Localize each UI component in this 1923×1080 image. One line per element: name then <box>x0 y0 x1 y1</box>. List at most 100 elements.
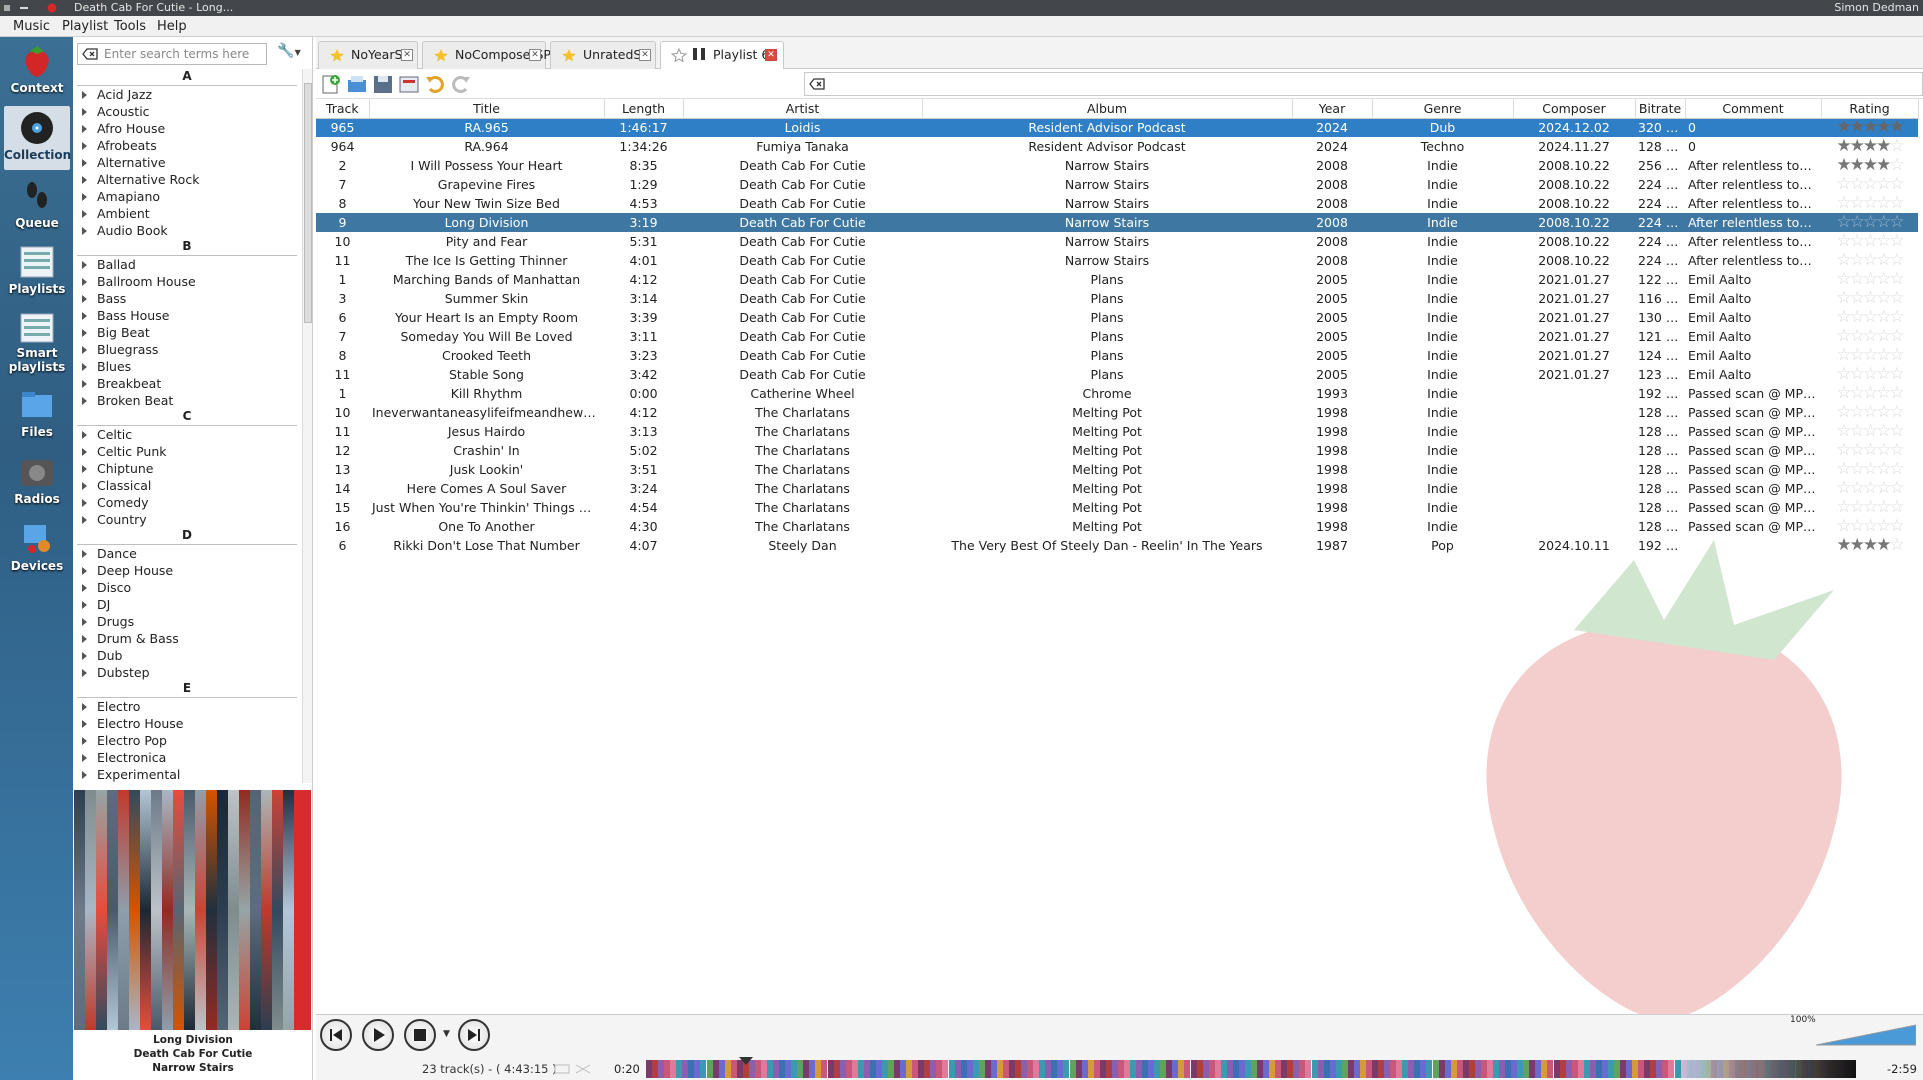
star-icon[interactable]: ☆ <box>1863 327 1878 346</box>
volume-slider[interactable] <box>1816 1019 1916 1053</box>
tab-unratedsp[interactable]: UnratedSP ✕ <box>550 41 656 69</box>
genre-item[interactable]: Acid Jazz <box>73 86 301 103</box>
cell-rating[interactable]: ☆☆☆☆☆ <box>1821 289 1918 308</box>
column-header-year[interactable]: Year <box>1292 99 1373 119</box>
genre-item[interactable]: Electro Pop <box>73 732 301 749</box>
star-icon[interactable]: ☆ <box>1850 194 1865 213</box>
star-icon[interactable]: ☆ <box>1876 517 1891 536</box>
star-icon[interactable]: ☆ <box>1850 308 1865 327</box>
star-icon[interactable]: ☆ <box>1876 498 1891 517</box>
star-icon[interactable]: ★ <box>1876 536 1891 555</box>
star-icon[interactable]: ★ <box>1889 118 1904 137</box>
next-button[interactable] <box>458 1019 490 1051</box>
star-icon[interactable]: ☆ <box>1889 403 1904 422</box>
redo-icon[interactable] <box>450 74 472 94</box>
table-row[interactable]: 14 Here Comes A Soul Saver 3:24 The Charlat… <box>316 479 1918 498</box>
star-icon[interactable]: ☆ <box>1863 365 1878 384</box>
genre-item[interactable]: Broken Beat <box>73 392 301 409</box>
star-icon[interactable]: ☆ <box>1850 327 1865 346</box>
cell-rating[interactable]: ★★★★☆ <box>1821 137 1918 156</box>
table-row[interactable]: 6 Rikki Don't Lose That Number 4:07 Steely … <box>316 536 1918 555</box>
cell-rating[interactable]: ☆☆☆☆☆ <box>1821 213 1918 232</box>
star-icon[interactable]: ☆ <box>1863 460 1878 479</box>
table-row[interactable]: 2 I Will Possess Your Heart 8:35 Death Cab … <box>316 156 1918 175</box>
star-icon[interactable]: ☆ <box>1889 175 1904 194</box>
table-row[interactable]: 9 Long Division 3:19 Death Cab For Cutie Nar… <box>316 213 1918 232</box>
column-header-genre[interactable]: Genre <box>1372 99 1514 119</box>
sidebar-item-devices[interactable]: Devices <box>4 517 70 581</box>
column-header-title[interactable]: Title <box>369 99 605 119</box>
star-icon[interactable]: ☆ <box>1836 422 1851 441</box>
star-icon[interactable]: ★ <box>1876 156 1891 175</box>
star-icon[interactable]: ☆ <box>1863 441 1878 460</box>
star-icon[interactable]: ☆ <box>1889 251 1904 270</box>
star-icon[interactable]: ☆ <box>1876 384 1891 403</box>
star-icon[interactable]: ★ <box>1850 118 1865 137</box>
rating-stars[interactable]: ☆☆☆☆☆ <box>1836 517 1904 536</box>
rating-stars[interactable]: ★★★★☆ <box>1836 536 1904 555</box>
star-icon[interactable]: ☆ <box>1836 498 1851 517</box>
star-icon[interactable]: ☆ <box>1876 441 1891 460</box>
star-icon[interactable]: ★ <box>1863 156 1878 175</box>
star-icon[interactable]: ☆ <box>1876 422 1891 441</box>
menu-playlist[interactable]: Playlist <box>62 19 108 34</box>
table-row[interactable]: 15 Just When You're Thinkin' Things Over 4… <box>316 498 1918 517</box>
genre-item[interactable]: Bluegrass <box>73 341 301 358</box>
table-row[interactable]: 11 The Ice Is Getting Thinner 4:01 Death Ca… <box>316 251 1918 270</box>
table-row[interactable]: 16 One To Another 4:30 The Charlatans Meltin… <box>316 517 1918 536</box>
genre-item[interactable]: Audio Book <box>73 222 301 239</box>
genre-item[interactable]: Ballad <box>73 256 301 273</box>
star-icon[interactable]: ☆ <box>1863 403 1878 422</box>
search-input[interactable]: Enter search terms here <box>77 43 267 65</box>
star-icon[interactable]: ☆ <box>1876 308 1891 327</box>
table-row[interactable]: 7 Grapevine Fires 1:29 Death Cab For Cutie N… <box>316 175 1918 194</box>
rating-stars[interactable]: ☆☆☆☆☆ <box>1836 480 1904 497</box>
genre-item[interactable]: DJ <box>73 596 301 613</box>
table-row[interactable]: 11 Stable Song 3:42 Death Cab For Cutie Plan… <box>316 365 1918 384</box>
genre-item[interactable]: Dubstep <box>73 664 301 681</box>
star-icon[interactable]: ☆ <box>1836 308 1851 327</box>
star-icon[interactable]: ☆ <box>1850 460 1865 479</box>
star-icon[interactable]: ☆ <box>1850 498 1865 517</box>
rating-stars[interactable]: ☆☆☆☆☆ <box>1836 175 1904 194</box>
sidebar-item-radios[interactable]: Radios <box>4 450 70 514</box>
cell-rating[interactable]: ☆☆☆☆☆ <box>1821 460 1918 479</box>
genre-item[interactable]: Alternative Rock <box>73 171 301 188</box>
cell-rating[interactable]: ☆☆☆☆☆ <box>1821 346 1918 365</box>
cell-rating[interactable]: ☆☆☆☆☆ <box>1821 365 1918 384</box>
star-icon[interactable]: ☆ <box>1889 232 1904 251</box>
star-icon[interactable]: ★ <box>1836 536 1851 555</box>
star-icon[interactable]: ☆ <box>1889 346 1904 365</box>
table-row[interactable]: 7 Someday You Will Be Loved 3:11 Death Cab … <box>316 327 1918 346</box>
star-icon[interactable]: ☆ <box>1836 232 1851 251</box>
star-icon[interactable]: ☆ <box>1850 251 1865 270</box>
star-icon[interactable]: ☆ <box>1876 213 1891 232</box>
genre-item[interactable]: Bass <box>73 290 301 307</box>
genre-item[interactable]: Celtic <box>73 426 301 443</box>
column-header-length[interactable]: Length <box>604 99 684 119</box>
column-header-comment[interactable]: Comment <box>1685 99 1822 119</box>
star-icon[interactable]: ☆ <box>1876 327 1891 346</box>
star-icon[interactable]: ☆ <box>1836 517 1851 536</box>
star-icon[interactable]: ☆ <box>1836 403 1851 422</box>
cell-rating[interactable]: ☆☆☆☆☆ <box>1821 270 1918 289</box>
rating-stars[interactable]: ☆☆☆☆☆ <box>1836 271 1904 288</box>
star-icon[interactable]: ☆ <box>1863 308 1878 327</box>
table-row[interactable]: 10 Ineverwantaneasylifeifmeandhewere... 4:… <box>316 403 1918 422</box>
rating-stars[interactable]: ☆☆☆☆☆ <box>1836 384 1904 403</box>
cell-rating[interactable]: ☆☆☆☆☆ <box>1821 251 1918 270</box>
genre-item[interactable]: Amapiano <box>73 188 301 205</box>
table-row[interactable]: 965 RA.965 1:46:17 Loidis Resident Advisor P… <box>316 118 1918 137</box>
genre-item[interactable]: Disco <box>73 579 301 596</box>
star-icon[interactable]: ☆ <box>1889 498 1904 517</box>
star-icon[interactable]: ☆ <box>1889 194 1904 213</box>
genre-item[interactable]: Drum & Bass <box>73 630 301 647</box>
star-icon[interactable]: ★ <box>1850 156 1865 175</box>
star-icon[interactable]: ☆ <box>1850 213 1865 232</box>
star-icon[interactable]: ☆ <box>1863 422 1878 441</box>
genre-item[interactable]: Dub <box>73 647 301 664</box>
star-icon[interactable]: ☆ <box>1863 498 1878 517</box>
star-icon[interactable]: ☆ <box>1836 213 1851 232</box>
star-icon[interactable]: ☆ <box>1863 346 1878 365</box>
star-icon[interactable]: ☆ <box>1876 346 1891 365</box>
